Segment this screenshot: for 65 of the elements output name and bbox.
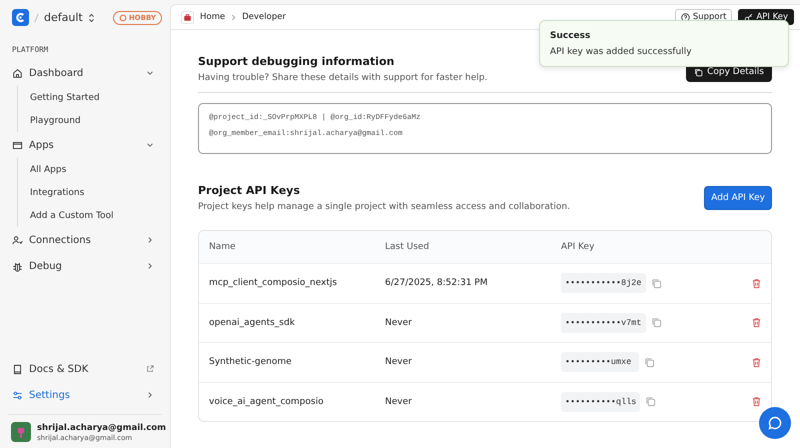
users-icon — [12, 234, 23, 246]
column-header: Last Used — [384, 242, 430, 252]
breadcrumb-link[interactable]: Developer — [242, 12, 286, 22]
nav-subitem[interactable]: Playground — [30, 109, 162, 132]
table-cell-text: mcp_client_composio_nextjs — [208, 278, 338, 288]
delete-icon[interactable] — [750, 396, 762, 408]
nav-subitem[interactable]: Add a Custom Tool — [30, 204, 162, 227]
copy-icon[interactable] — [650, 278, 662, 289]
sliders-icon — [12, 390, 23, 400]
chevron-icon — [146, 262, 154, 270]
section-description: Having trouble? Share these details with support for faster help. — [198, 73, 488, 83]
add-api-key-button[interactable]: Add API Key — [704, 186, 772, 210]
nav-subitem[interactable]: Integrations — [30, 181, 162, 204]
nav-item[interactable]: Settings — [8, 382, 162, 408]
nav-item[interactable]: Apps — [8, 132, 162, 158]
nav-item[interactable]: Connections — [8, 227, 162, 253]
chevron-icon — [146, 236, 154, 244]
copy-icon — [694, 68, 704, 76]
chat-bubble-icon — [767, 415, 783, 431]
section-title: Project API Keys — [198, 184, 301, 197]
column-header: API Key — [560, 242, 596, 252]
api-key-value: •••••••••umxe — [561, 352, 639, 372]
avatar — [11, 422, 31, 442]
delete-icon[interactable] — [750, 278, 762, 289]
logo-icon — [12, 9, 29, 26]
api-key-value: •••••••••••8j2e — [561, 273, 646, 294]
delete-icon[interactable] — [750, 356, 762, 368]
chevron-icon — [231, 14, 236, 20]
nav-item[interactable]: Docs & SDK — [8, 356, 162, 382]
workspace-name[interactable]: default — [44, 11, 83, 24]
slash-divider-icon — [34, 12, 39, 22]
toast-message: API key was added successfully — [550, 47, 693, 57]
help-icon — [680, 12, 690, 22]
briefcase-icon — [181, 10, 194, 24]
table-cell-text: Never — [384, 396, 413, 407]
bug-icon — [12, 260, 23, 272]
chevron-icon — [146, 391, 154, 399]
nav-item[interactable]: Dashboard — [8, 60, 162, 86]
section-title: Support debugging information — [198, 55, 396, 68]
table-cell-text: voice_ai_agent_composio — [208, 396, 324, 407]
delete-icon[interactable] — [750, 317, 762, 328]
external-link-icon — [146, 365, 154, 373]
copy-icon[interactable] — [650, 317, 662, 328]
section-description: Project keys help manage a single project with seamless access and collaboration. — [198, 202, 570, 212]
table-cell-text: Never — [384, 318, 413, 328]
api-key-value: ••••••••••qlls — [561, 392, 640, 412]
nav-subitem[interactable]: All Apps — [30, 158, 162, 181]
api-key-value: •••••••••••v7mt — [561, 312, 646, 333]
chevron-updown-icon[interactable] — [88, 12, 95, 22]
home-icon — [12, 68, 23, 78]
chevron-icon[interactable] — [146, 69, 154, 77]
table-cell-text: Synthetic-genome — [208, 357, 293, 368]
breadcrumb-link[interactable]: Home — [200, 12, 226, 22]
copy-icon[interactable] — [644, 356, 655, 368]
window-icon — [12, 140, 23, 150]
nav-subitem[interactable]: Getting Started — [30, 86, 162, 109]
chevron-icon[interactable] — [146, 141, 154, 149]
toast-title: Success — [550, 31, 592, 41]
copy-icon[interactable] — [645, 396, 656, 408]
nav-item[interactable]: Debug — [8, 253, 162, 279]
book-icon — [12, 364, 23, 374]
column-header: Name — [208, 242, 237, 252]
table-cell-text: openai_agents_sdk — [208, 318, 296, 328]
table-cell-text: 6/27/2025, 8:52:31 PM — [384, 278, 489, 288]
table-cell-text: Never — [384, 357, 413, 368]
